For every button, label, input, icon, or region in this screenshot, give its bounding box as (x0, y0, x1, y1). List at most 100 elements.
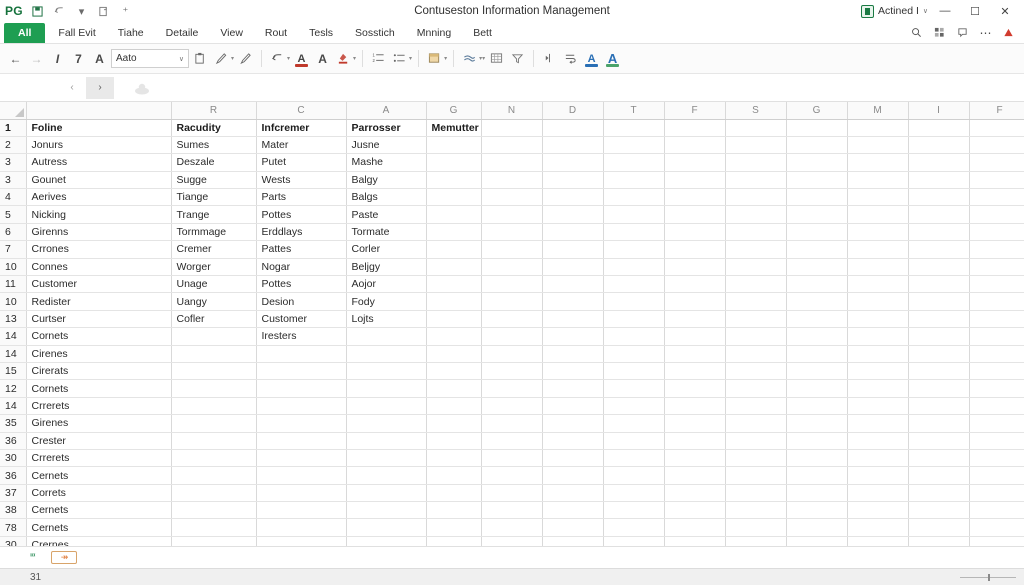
row-header[interactable]: 2 (0, 136, 27, 155)
cell[interactable] (725, 240, 787, 259)
cell[interactable] (786, 449, 848, 468)
cell[interactable] (426, 362, 482, 381)
cell[interactable] (664, 240, 726, 259)
cell[interactable] (171, 345, 257, 363)
cell[interactable] (603, 518, 665, 537)
cell[interactable] (426, 205, 482, 224)
cell[interactable]: Aojor (346, 275, 427, 294)
cell[interactable] (481, 414, 543, 433)
cell[interactable] (603, 449, 665, 468)
cell[interactable] (664, 310, 726, 329)
ribbon-tab-mnning[interactable]: Mnning (406, 22, 462, 43)
cell[interactable] (786, 345, 848, 363)
table-row[interactable]: 37 Correts (0, 484, 1024, 503)
cell[interactable] (908, 171, 970, 190)
cell[interactable] (908, 153, 970, 172)
cell[interactable] (908, 223, 970, 242)
cell[interactable] (969, 484, 1024, 503)
cell[interactable] (725, 449, 787, 468)
close-button[interactable]: ✕ (992, 1, 1018, 21)
table-row[interactable]: 3 Gounet Sugge Wests Balgy (0, 171, 1024, 190)
cell[interactable] (786, 188, 848, 207)
cell[interactable] (542, 223, 604, 242)
table-row[interactable]: 1 Foline Racudity Infcremer Parrosser Memutte… (0, 119, 1024, 137)
cell[interactable] (908, 136, 970, 155)
indent-icon[interactable] (540, 48, 559, 70)
cell[interactable] (664, 223, 726, 242)
cell[interactable] (969, 327, 1024, 346)
cell[interactable] (786, 501, 848, 520)
cell[interactable] (481, 292, 543, 311)
cell[interactable] (603, 205, 665, 224)
cell[interactable] (969, 379, 1024, 398)
cell[interactable]: Paste (346, 205, 427, 224)
cell[interactable] (603, 397, 665, 416)
cell[interactable] (542, 397, 604, 416)
cell[interactable] (664, 171, 726, 190)
cell[interactable] (664, 345, 726, 363)
cell[interactable] (664, 258, 726, 277)
cell[interactable] (426, 171, 482, 190)
cell[interactable] (664, 484, 726, 503)
cell[interactable] (969, 501, 1024, 520)
cell[interactable] (481, 449, 543, 468)
borders-chevron-icon[interactable]: ▾ (444, 55, 447, 62)
cell[interactable] (426, 258, 482, 277)
cell[interactable] (786, 466, 848, 485)
column-header[interactable]: C (256, 102, 347, 120)
cell[interactable] (256, 345, 347, 363)
cell[interactable] (664, 275, 726, 294)
cell[interactable] (426, 536, 482, 546)
ribbon-tab-fall-evit[interactable]: Fall Evit (47, 22, 106, 43)
cell[interactable] (908, 327, 970, 346)
cell[interactable] (969, 292, 1024, 311)
row-header[interactable]: 14 (0, 397, 27, 416)
row-header[interactable]: 6 (0, 223, 27, 242)
cell[interactable] (664, 153, 726, 172)
cell[interactable]: Sugge (171, 171, 257, 190)
cell[interactable]: Pottes (256, 275, 347, 294)
cell[interactable] (256, 432, 347, 450)
cell[interactable] (426, 275, 482, 294)
cell[interactable] (908, 275, 970, 294)
row-header[interactable]: 10 (0, 258, 27, 277)
cell[interactable]: Cernets (26, 501, 172, 520)
alert-icon[interactable] (999, 22, 1018, 44)
cell[interactable] (481, 275, 543, 294)
cell[interactable] (725, 275, 787, 294)
account-button[interactable]: Actined I ∨ (861, 4, 928, 18)
cell[interactable] (542, 414, 604, 433)
cell[interactable]: Nicking (26, 205, 172, 224)
ribbon-tab-rout[interactable]: Rout (254, 22, 298, 43)
column-header[interactable]: M (847, 102, 909, 120)
cell[interactable] (256, 397, 347, 416)
cell[interactable] (481, 223, 543, 242)
cell[interactable] (256, 414, 347, 433)
column-header[interactable]: N (481, 102, 543, 120)
cell[interactable] (725, 153, 787, 172)
cell[interactable]: Deszale (171, 153, 257, 172)
cell[interactable]: Wests (256, 171, 347, 190)
cell[interactable] (603, 466, 665, 485)
cell[interactable] (171, 536, 257, 546)
cell[interactable] (847, 379, 909, 398)
cell[interactable] (426, 432, 482, 450)
cell[interactable] (847, 397, 909, 416)
numbered-list-icon[interactable]: 12 (369, 48, 388, 70)
cell[interactable]: Putet (256, 153, 347, 172)
cell[interactable] (346, 432, 427, 450)
cell[interactable] (847, 136, 909, 155)
table-row[interactable]: 14 Cornets Iresters (0, 327, 1024, 346)
cell[interactable] (786, 379, 848, 398)
table-icon[interactable] (487, 48, 506, 70)
bullet-list-icon[interactable] (390, 48, 409, 70)
row-header[interactable]: 36 (0, 432, 27, 450)
cell[interactable]: Girenes (26, 414, 172, 433)
cell[interactable] (786, 205, 848, 224)
row-header[interactable]: 30 (0, 449, 27, 468)
table-row[interactable]: 38 Cernets (0, 501, 1024, 520)
cell[interactable] (664, 188, 726, 207)
comment-icon[interactable] (953, 22, 972, 44)
cell[interactable] (481, 153, 543, 172)
cell[interactable]: Tiange (171, 188, 257, 207)
